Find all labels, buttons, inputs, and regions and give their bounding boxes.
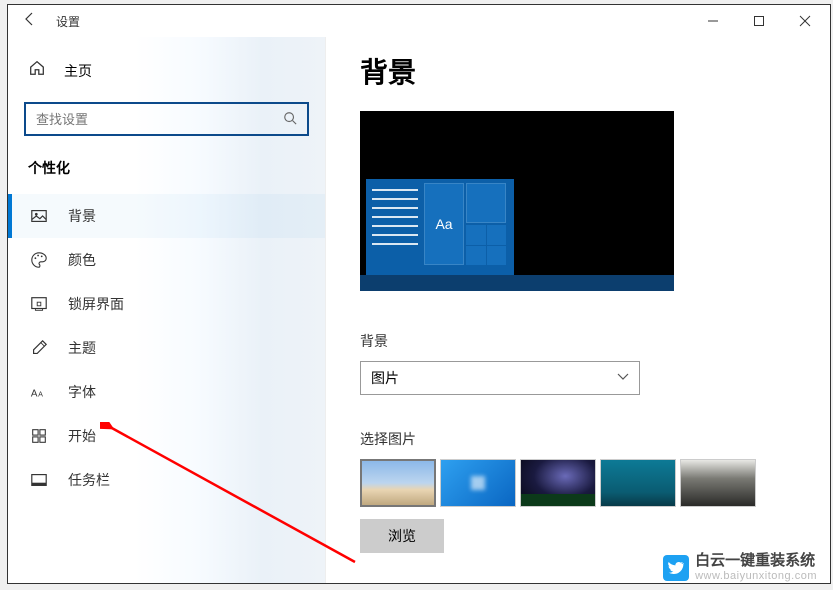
thumbnail-5[interactable] — [680, 459, 756, 507]
settings-window: 设置 主页 个性化 背景 — [7, 4, 831, 584]
watermark-title: 白云一键重装系统 — [695, 553, 817, 570]
taskbar-icon — [30, 471, 48, 489]
picture-icon — [30, 207, 48, 225]
picture-thumbnails — [360, 459, 796, 507]
nav-label: 锁屏界面 — [68, 294, 124, 314]
nav-group-title: 个性化 — [8, 156, 325, 194]
nav-item-background[interactable]: 背景 — [8, 194, 325, 238]
thumbnail-3[interactable] — [520, 459, 596, 507]
thumbnail-2[interactable] — [440, 459, 516, 507]
back-button[interactable] — [10, 11, 50, 32]
nav-item-themes[interactable]: 主题 — [8, 326, 325, 370]
caption-controls — [690, 5, 828, 37]
minimize-button[interactable] — [690, 5, 736, 37]
watermark-logo — [663, 555, 689, 581]
nav-label: 背景 — [68, 206, 96, 226]
browse-button[interactable]: 浏览 — [360, 519, 444, 553]
thumbnail-4[interactable] — [600, 459, 676, 507]
preview-applist — [366, 179, 424, 275]
nav-label: 主题 — [68, 338, 96, 358]
close-button[interactable] — [782, 5, 828, 37]
thumbnail-1[interactable] — [360, 459, 436, 507]
search-input-container[interactable] — [24, 102, 309, 136]
svg-text:A: A — [38, 390, 43, 399]
nav-item-fonts[interactable]: AA 字体 — [8, 370, 325, 414]
nav-label: 任务栏 — [68, 470, 110, 490]
preview-taskbar — [360, 275, 674, 291]
brush-icon — [30, 339, 48, 357]
nav-list: 背景 颜色 锁屏界面 主题 AA 字体 — [8, 194, 325, 502]
chevron-down-icon — [617, 372, 629, 384]
preview-tiles: Aa — [424, 179, 514, 275]
home-icon — [28, 59, 46, 82]
search-icon — [283, 111, 297, 128]
desktop-preview: Aa — [360, 111, 674, 291]
watermark: 白云一键重装系统 www.baiyunxitong.com — [663, 553, 817, 582]
watermark-url: www.baiyunxitong.com — [695, 570, 817, 582]
page-title: 背景 — [360, 51, 796, 91]
lockscreen-icon — [30, 295, 48, 313]
choose-picture-label: 选择图片 — [360, 429, 796, 449]
start-icon — [30, 427, 48, 445]
nav-label: 颜色 — [68, 250, 96, 270]
nav-label: 开始 — [68, 426, 96, 446]
window-body: 主页 个性化 背景 颜色 锁屏界面 — [8, 37, 830, 583]
palette-icon — [30, 251, 48, 269]
nav-label: 字体 — [68, 382, 96, 402]
svg-text:A: A — [31, 389, 38, 400]
content-area: 背景 Aa 背景 图片 选择图片 — [326, 37, 830, 583]
titlebar: 设置 — [8, 5, 830, 37]
window-title: 设置 — [56, 13, 80, 30]
background-label: 背景 — [360, 331, 796, 351]
home-button[interactable]: 主页 — [8, 47, 325, 94]
dropdown-value: 图片 — [371, 368, 617, 388]
background-type-dropdown[interactable]: 图片 — [360, 361, 640, 395]
nav-item-start[interactable]: 开始 — [8, 414, 325, 458]
nav-item-colors[interactable]: 颜色 — [8, 238, 325, 282]
nav-item-lockscreen[interactable]: 锁屏界面 — [8, 282, 325, 326]
nav-item-taskbar[interactable]: 任务栏 — [8, 458, 325, 502]
sidebar: 主页 个性化 背景 颜色 锁屏界面 — [8, 37, 326, 583]
preview-tile-aa: Aa — [424, 183, 464, 265]
home-label: 主页 — [64, 61, 92, 81]
font-icon: AA — [30, 383, 48, 401]
preview-startmenu: Aa — [366, 179, 514, 275]
search-input[interactable] — [36, 112, 283, 127]
watermark-text: 白云一键重装系统 www.baiyunxitong.com — [695, 553, 817, 582]
maximize-button[interactable] — [736, 5, 782, 37]
